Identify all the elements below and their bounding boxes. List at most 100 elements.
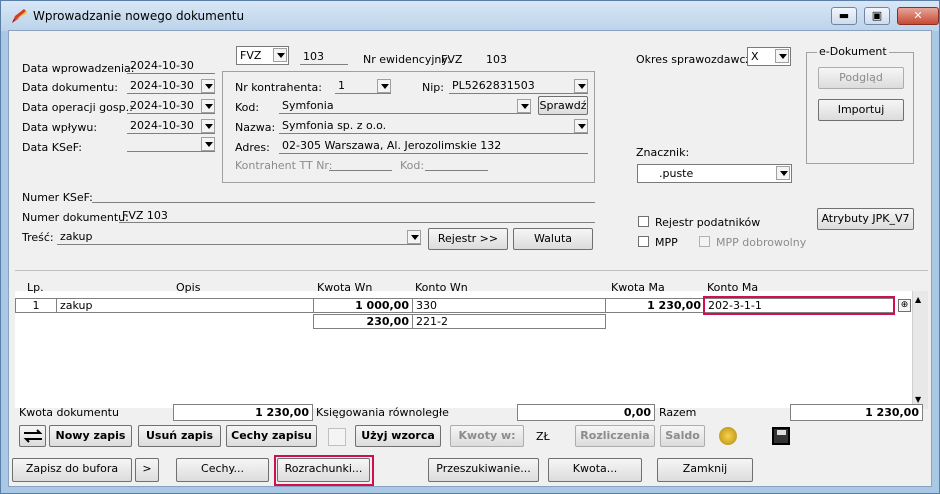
cechy-button[interactable]: Cechy... (176, 458, 269, 482)
currency-label: ZŁ (536, 430, 550, 443)
tresc-label: Treść: (22, 231, 54, 244)
chevron-down-icon[interactable] (201, 137, 215, 151)
kwota-dokumentu-label: Kwota dokumentu (19, 406, 119, 419)
numer-dokumentu-field[interactable]: FVZ 103 (119, 209, 595, 223)
row1-opis[interactable]: zakup (56, 298, 314, 313)
mpp-dobrowolny-checkbox[interactable] (699, 236, 710, 247)
minimize-button[interactable]: ▬ (831, 7, 857, 25)
scroll-up-icon[interactable]: ▲ (915, 295, 921, 304)
przeszukiwanie-button[interactable]: Przeszukiwanie... (428, 458, 539, 482)
row1-kwota-wn[interactable]: 1 000,00 (313, 298, 413, 313)
document-form: Data wprowadzenia: 2024-10-30 Data dokum… (8, 30, 932, 487)
doc-type-select[interactable]: FVZ (236, 46, 289, 65)
doc-number-field[interactable]: 103 (300, 50, 348, 65)
podglad-button[interactable]: Podgląd (818, 67, 904, 89)
nr-ewidencyjny-value: 103 (486, 53, 507, 66)
disk-label-part (777, 430, 786, 435)
scroll-down-icon[interactable]: ▼ (915, 395, 921, 404)
rejestr-button[interactable]: Rejestr >> (428, 228, 508, 250)
importuj-button[interactable]: Importuj (818, 99, 904, 121)
data-ksef-field[interactable] (127, 137, 215, 152)
chevron-down-icon[interactable] (273, 48, 287, 62)
numer-ksef-label: Numer KSeF: (22, 191, 93, 204)
tresc-field[interactable]: zakup (57, 230, 421, 245)
chevron-down-icon[interactable] (775, 49, 789, 63)
znacznik-select[interactable]: .puste (637, 164, 792, 183)
okres-value: X (751, 50, 759, 63)
mpp-checkbox[interactable] (638, 236, 649, 247)
chevron-down-icon[interactable] (574, 79, 588, 93)
data-dokumentu-value: 2024-10-30 (130, 79, 194, 92)
chevron-down-icon[interactable] (517, 99, 531, 113)
save-disk-icon[interactable] (772, 427, 790, 445)
chevron-down-icon[interactable] (377, 79, 391, 93)
chevron-down-icon[interactable] (201, 119, 215, 133)
kod-field[interactable]: Symfonia (279, 99, 531, 114)
nip-label: Nip: (422, 81, 444, 94)
saldo-button[interactable]: Saldo (660, 425, 705, 447)
cechy-zapisu-button[interactable]: Cechy zapisu (226, 425, 317, 447)
konto-ma-highlight (703, 296, 895, 315)
arrows-icon (23, 429, 42, 443)
row1-kwota-ma[interactable]: 1 230,00 (605, 298, 705, 313)
usun-zapis-button[interactable]: Usuń zapis (138, 425, 221, 447)
waluta-button[interactable]: Waluta (513, 228, 593, 250)
row1-konto-wn[interactable]: 330 (412, 298, 606, 313)
title-bar: Wprowadzanie nowego dokumentu ▬ ▣ ✕ (1, 1, 939, 31)
row2-kwota-wn[interactable]: 230,00 (313, 314, 413, 329)
close-button[interactable]: ✕ (897, 7, 939, 25)
row1-lp[interactable]: 1 (15, 298, 57, 313)
window-title: Wprowadzanie nowego dokumentu (33, 9, 245, 23)
account-picker-icon[interactable]: ⊕ (898, 299, 911, 312)
kwoty-w-button[interactable]: Kwoty w: (450, 425, 524, 447)
okres-select[interactable]: X (747, 47, 791, 66)
kwota-button[interactable]: Kwota... (548, 458, 642, 482)
data-wplywu-field[interactable]: 2024-10-30 (127, 119, 215, 134)
uzyj-wzorca-button[interactable]: Użyj wzorca (355, 425, 441, 447)
kontrahent-tt-kod-label: Kod: (400, 159, 425, 172)
chevron-down-icon[interactable] (574, 119, 588, 133)
data-operacji-field[interactable]: 2024-10-30 (127, 99, 215, 114)
nr-kontrahenta-field[interactable]: 1 (335, 79, 391, 94)
ksiegowania-label: Księgowania równoległe (316, 406, 449, 419)
razem-value: 1 230,00 (790, 404, 923, 421)
adres-field[interactable]: 02-305 Warszawa, Al. Jerozolimskie 132 (279, 139, 588, 154)
data-ksef-label: Data KSeF: (22, 141, 82, 154)
data-operacji-value: 2024-10-30 (130, 99, 194, 112)
okres-label: Okres sprawozdawczy: (636, 53, 761, 66)
nr-kontrahenta-value: 1 (338, 79, 345, 92)
data-dokumentu-field[interactable]: 2024-10-30 (127, 79, 215, 94)
row2-konto-wn[interactable]: 221-2 (412, 314, 606, 329)
zapisz-do-bufora-button[interactable]: Zapisz do bufora (12, 458, 132, 482)
atrybuty-jpk-button[interactable]: Atrybuty JPK_V7 (817, 208, 914, 230)
rozliczenia-button[interactable]: Rozliczenia (575, 425, 655, 447)
znacznik-value: .puste (659, 167, 694, 180)
chevron-down-icon[interactable] (407, 230, 421, 244)
zamknij-button[interactable]: Zamknij (657, 458, 753, 482)
chevron-down-icon[interactable] (201, 79, 215, 93)
data-dokumentu-label: Data dokumentu: (22, 81, 118, 94)
nowy-zapis-button[interactable]: Nowy zapis (49, 425, 132, 447)
more-options-button[interactable]: > (135, 458, 159, 482)
col-konto-wn: Konto Wn (415, 281, 468, 294)
nazwa-label: Nazwa: (235, 121, 276, 134)
col-kwota-wn: Kwota Wn (317, 281, 373, 294)
data-wprowadzenia-field[interactable]: 2024-10-30 (127, 59, 215, 74)
gear-icon[interactable] (719, 427, 737, 445)
chevron-down-icon[interactable] (776, 166, 790, 180)
maximize-button[interactable]: ▣ (864, 7, 890, 25)
mpp-label: MPP (655, 236, 678, 249)
nip-field[interactable]: PL5262831503 (449, 79, 588, 94)
chevron-down-icon[interactable] (201, 99, 215, 113)
e-dokument-legend: e-Dokument (817, 45, 889, 58)
kontrahent-tt-label: Kontrahent TT Nr: (235, 159, 333, 172)
switch-view-button[interactable] (19, 425, 46, 447)
kontrahent-tt-field[interactable] (329, 157, 392, 171)
grid-scrollbar[interactable]: ▲ ▼ (912, 291, 928, 409)
kontrahent-tt-kod-field[interactable] (425, 157, 488, 171)
lock-icon[interactable] (328, 428, 346, 446)
sprawdz-button[interactable]: Sprawdź (538, 96, 588, 115)
rejestr-podatnikow-checkbox[interactable] (638, 216, 649, 227)
numer-ksef-field[interactable] (92, 189, 595, 203)
nazwa-field[interactable]: Symfonia sp. z o.o. (279, 119, 588, 134)
